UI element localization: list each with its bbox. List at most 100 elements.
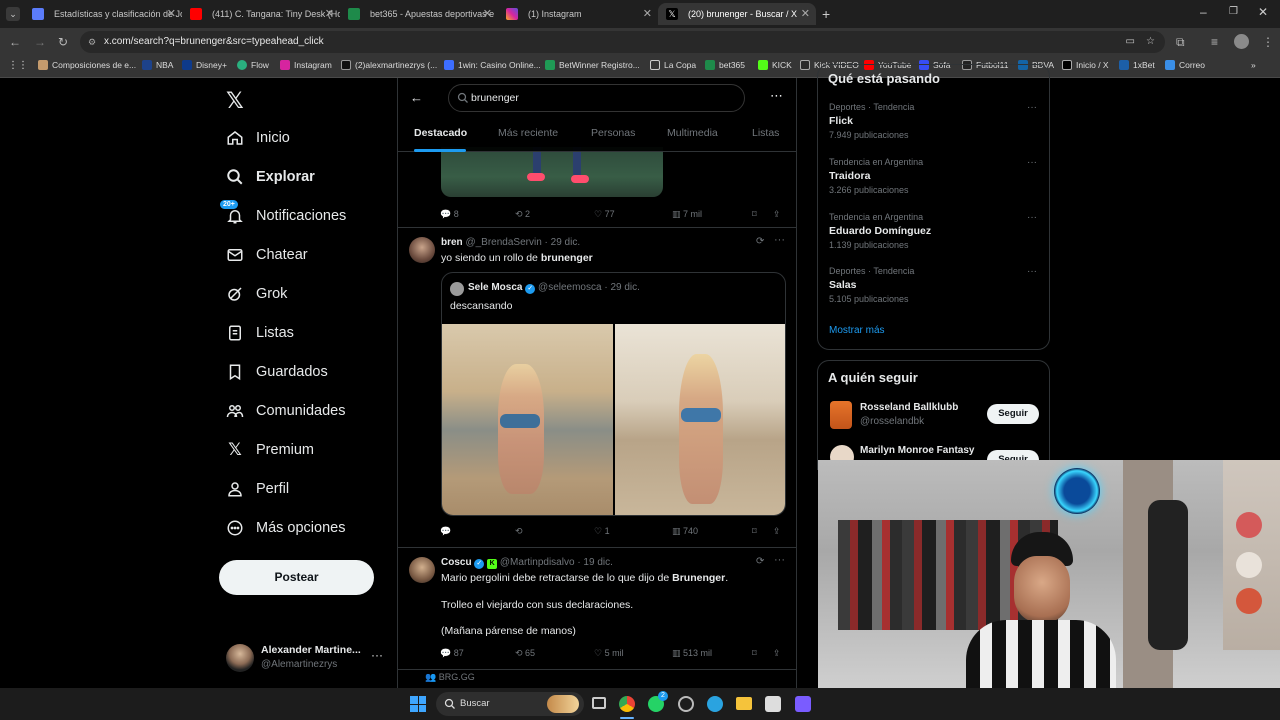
restore-icon[interactable]: ❐ xyxy=(1229,6,1238,17)
browser-tab[interactable]: (411) C. Tangana: Tiny Desk (Ho ✕ xyxy=(182,3,340,25)
quoted-tweet[interactable]: Sele Mosca ✓ @seleemosca · 29 dic. desca… xyxy=(441,272,786,516)
nav-item-explore[interactable]: Explorar xyxy=(226,168,315,186)
nav-item-notifications[interactable]: 20+ Notificaciones xyxy=(220,200,346,225)
views-button[interactable]: ▥ 7 mil xyxy=(672,209,702,220)
nav-item-communities[interactable]: Comunidades xyxy=(226,402,345,420)
close-tab-icon[interactable]: ✕ xyxy=(643,7,652,20)
tab-featured[interactable]: Destacado xyxy=(414,127,467,139)
more-icon[interactable]: ··· xyxy=(371,648,383,662)
quoted-photo[interactable] xyxy=(615,324,785,515)
share-icon[interactable]: ⇪ xyxy=(773,526,781,537)
back-icon[interactable]: ← xyxy=(9,35,21,49)
url-field[interactable]: ⚙ x.com/search?q=brunenger&src=typeahead… xyxy=(80,31,1165,53)
nav-item-grok[interactable]: Grok xyxy=(226,285,287,303)
follow-item[interactable]: Rosseland Ballklubb @rosselandbk Seguir xyxy=(828,401,1042,431)
trend-item[interactable]: Deportes · Tendencia Flick 7.949 publica… xyxy=(829,102,1039,140)
author-name[interactable]: bren xyxy=(441,237,463,248)
author-name[interactable]: Coscu xyxy=(441,557,472,568)
bookmark-item[interactable]: 1xBet xyxy=(1119,60,1155,70)
bookmark-icon[interactable]: ⌑ xyxy=(752,209,757,220)
bookmarks-overflow-icon[interactable]: » xyxy=(1251,60,1256,70)
more-icon[interactable]: ··· xyxy=(1027,212,1037,223)
windows-start-icon[interactable] xyxy=(410,696,426,712)
more-icon[interactable]: ⋯ xyxy=(770,88,783,104)
more-icon[interactable]: ··· xyxy=(774,234,785,246)
bookmark-item[interactable]: BetWinner Registro... xyxy=(545,60,640,70)
browser-tab-active[interactable]: 𝕏 (20) brunenger - Buscar / X ✕ xyxy=(658,3,816,25)
minimize-icon[interactable]: – xyxy=(1200,5,1207,19)
tweet-date[interactable]: · 29 dic. xyxy=(545,237,581,248)
star-icon[interactable]: ☆ xyxy=(1146,31,1155,53)
retweet-button[interactable]: ⟲ xyxy=(515,526,523,537)
share-icon[interactable]: ⇪ xyxy=(773,209,781,220)
account-switcher[interactable]: Alexander Martine... @Alemartinezrys ··· xyxy=(226,642,396,676)
trend-item[interactable]: Tendencia en Argentina Eduardo Domínguez… xyxy=(829,212,1039,250)
close-tab-icon[interactable]: ✕ xyxy=(801,7,810,20)
tab-latest[interactable]: Más reciente xyxy=(498,127,558,139)
site-info-icon[interactable]: ⚙ xyxy=(88,31,96,53)
close-tab-icon[interactable]: ✕ xyxy=(483,7,492,20)
nav-item-bookmarks[interactable]: Guardados xyxy=(226,363,328,381)
post-button[interactable]: Postear xyxy=(219,560,374,595)
bookmark-item[interactable]: Composiciones de e... xyxy=(38,60,136,70)
search-input[interactable]: brunenger xyxy=(448,84,745,112)
tab-media[interactable]: Multimedia xyxy=(667,127,718,139)
nav-item-chat[interactable]: Chatear xyxy=(226,246,308,264)
tweet[interactable]: Coscu ✓ K @Martinpdisalvo · 19 dic. ⟳ ··… xyxy=(398,548,796,670)
nav-item-premium[interactable]: 𝕏 Premium xyxy=(226,440,314,459)
author-handle[interactable]: @_BrendaServin xyxy=(465,237,541,248)
extensions-icon[interactable]: ⧉ xyxy=(1176,35,1185,50)
bookmark-icon[interactable]: ⌑ xyxy=(752,648,757,659)
tweet-media[interactable] xyxy=(441,147,663,197)
tweet-date[interactable]: · 19 dic. xyxy=(577,557,613,568)
more-icon[interactable]: ⋮ xyxy=(1262,35,1274,49)
grok-icon[interactable]: ⟳ xyxy=(756,556,764,567)
bookmark-item[interactable]: (2)alexmartinezrys (... xyxy=(341,60,437,70)
nav-item-home[interactable]: Inicio xyxy=(226,129,290,147)
close-tab-icon[interactable]: ✕ xyxy=(167,7,176,20)
bookmark-item[interactable]: bet365 xyxy=(705,60,745,70)
nav-item-profile[interactable]: Perfil xyxy=(226,480,289,498)
share-icon[interactable]: ⇪ xyxy=(773,648,781,659)
like-button[interactable]: ♡ 5 mil xyxy=(594,648,624,659)
browser-tab[interactable]: (1) Instagram ✕ xyxy=(498,3,658,25)
tab-people[interactable]: Personas xyxy=(591,127,635,139)
tweet[interactable]: bren @_BrendaServin · 29 dic. ⟳ ··· yo s… xyxy=(398,228,796,548)
task-view-icon[interactable] xyxy=(592,697,606,709)
app-icon[interactable] xyxy=(765,696,781,712)
nav-item-lists[interactable]: Listas xyxy=(226,324,294,342)
back-arrow-icon[interactable]: ← xyxy=(410,90,423,105)
grok-icon[interactable]: ⟳ xyxy=(756,236,764,247)
tab-lists[interactable]: Listas xyxy=(752,127,779,139)
tweet[interactable]: 💬 8 ⟲ 2 ♡ 77 ▥ 7 mil ⌑ ⇪ xyxy=(398,147,796,228)
install-icon[interactable]: ▭ xyxy=(1126,31,1135,53)
bookmark-item[interactable]: Correo xyxy=(1165,60,1205,70)
bookmark-item[interactable]: Disney+ xyxy=(182,60,227,70)
follow-button[interactable]: Seguir xyxy=(987,404,1039,424)
bookmark-item[interactable]: Inicio / X xyxy=(1062,60,1109,70)
bookmark-item[interactable]: 1win: Casino Online... xyxy=(444,60,541,70)
more-icon[interactable]: ··· xyxy=(1027,102,1037,113)
more-icon[interactable]: ··· xyxy=(1027,266,1037,277)
reply-button[interactable]: 💬 87 xyxy=(440,648,464,659)
views-button[interactable]: ▥ 513 mil xyxy=(672,648,712,659)
close-window-icon[interactable]: ✕ xyxy=(1258,5,1268,19)
retweet-button[interactable]: ⟲ 2 xyxy=(515,209,530,220)
browser-tab[interactable]: Estadísticas y clasificación de Jo ✕ xyxy=(24,3,182,25)
nav-item-more[interactable]: Más opciones xyxy=(226,519,345,537)
bookmark-item[interactable]: KICK xyxy=(758,60,792,70)
tab-search-button[interactable]: ⌄ xyxy=(6,7,20,21)
file-explorer-icon[interactable] xyxy=(736,697,752,710)
show-more-link[interactable]: Mostrar más xyxy=(829,325,885,336)
more-icon[interactable]: ··· xyxy=(1027,157,1037,168)
chrome-icon[interactable] xyxy=(619,696,635,712)
author-handle[interactable]: @Martinpdisalvo xyxy=(500,557,575,568)
like-button[interactable]: ♡ 77 xyxy=(594,209,615,220)
trend-item[interactable]: Tendencia en Argentina Traidora 3.266 pu… xyxy=(829,157,1039,195)
reload-icon[interactable]: ↻ xyxy=(58,35,68,49)
retweet-button[interactable]: ⟲ 65 xyxy=(515,648,535,659)
quoted-photo[interactable] xyxy=(442,324,613,515)
reply-button[interactable]: 💬 8 xyxy=(440,209,459,220)
menu-icon[interactable]: ≡ xyxy=(1211,35,1218,49)
bookmark-item[interactable]: Instagram xyxy=(280,60,332,70)
